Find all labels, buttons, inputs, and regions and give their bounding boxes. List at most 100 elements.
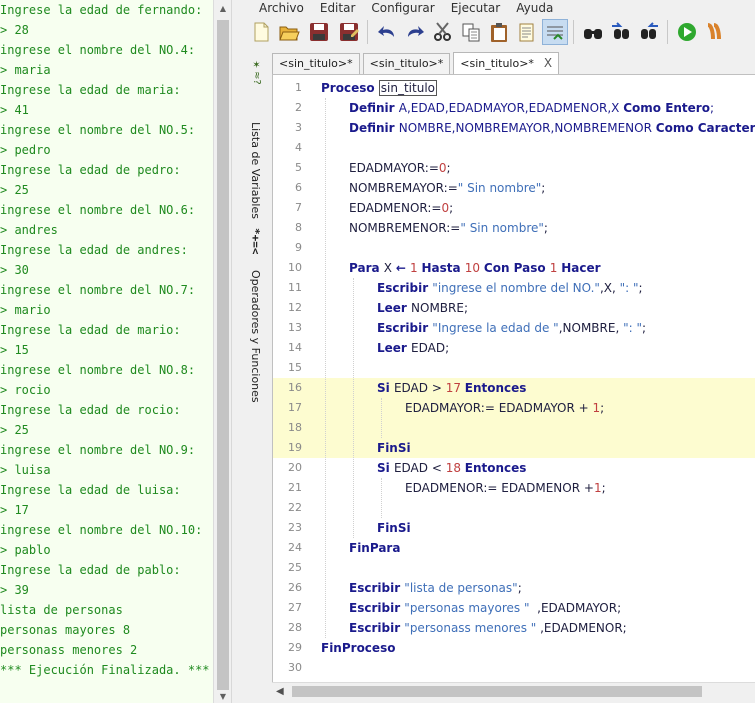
code-line[interactable]: 21 EDADMENOR:= EDADMENOR +1; <box>273 478 755 498</box>
redo-icon[interactable] <box>402 19 428 45</box>
panel-splitter[interactable] <box>231 0 240 703</box>
line-number: 26 <box>288 581 302 594</box>
code-line[interactable]: 2 Definir A,EDAD,EDADMAYOR,EDADMENOR,X Co… <box>273 98 755 118</box>
close-icon[interactable]: X <box>544 56 552 70</box>
editor-horizontal-scrollbar[interactable]: ◀ <box>272 682 755 700</box>
scroll-up-arrow-icon[interactable]: ▲ <box>218 4 228 14</box>
code-token: 0 <box>441 201 450 215</box>
console-scrollbar[interactable]: ▲ ▼ <box>213 0 231 703</box>
code-line[interactable]: 7 EDADMENOR:=0; <box>273 198 755 218</box>
debug-watch-icon[interactable] <box>580 19 606 45</box>
code-line[interactable]: 17 EDADMAYOR:= EDADMAYOR + 1; <box>273 398 755 418</box>
code-line[interactable]: 5 EDADMAYOR:=0; <box>273 158 755 178</box>
edit-icon[interactable] <box>514 19 540 45</box>
indent-guide <box>325 98 326 638</box>
variables-panel-tab[interactable]: Lista de Variables <box>249 122 262 219</box>
code-token: ": " <box>619 281 639 295</box>
line-number: 16 <box>288 381 302 394</box>
tab-sin-titulo-1[interactable]: <sin_titulo>* <box>272 53 360 74</box>
line-number: 13 <box>288 321 302 334</box>
console-scroll-thumb[interactable] <box>217 20 229 690</box>
tab-sin-titulo-3[interactable]: <sin_titulo>* X <box>453 52 560 74</box>
menu-ayuda[interactable]: Ayuda <box>509 0 560 16</box>
tab-sin-titulo-2[interactable]: <sin_titulo>* <box>362 53 451 74</box>
code-line[interactable]: 22 <box>273 498 755 518</box>
run-icon[interactable] <box>674 19 700 45</box>
code-token: Hacer <box>561 261 601 275</box>
code-line[interactable]: 27 Escribir "personas mayores " ,EDADMAYO… <box>273 598 755 618</box>
code-token: FinSi <box>377 521 411 535</box>
code-text: Escribir "personass menores " ,EDADMENOR… <box>349 618 627 638</box>
code-line[interactable]: 30 <box>273 658 755 678</box>
code-line[interactable]: 18 <box>273 418 755 438</box>
code-line[interactable]: 20 Si EDAD < 18 Entonces <box>273 458 755 478</box>
code-text: EDADMENOR:= EDADMENOR +1; <box>405 478 606 498</box>
undo-icon[interactable] <box>374 19 400 45</box>
menu-archivo[interactable]: Archivo <box>252 0 311 16</box>
operators-panel-tab[interactable]: Operadores y Funciones <box>249 270 262 403</box>
code-line[interactable]: 12 Leer NOMBRE; <box>273 298 755 318</box>
code-line[interactable]: 26 Escribir "lista de personas"; <box>273 578 755 598</box>
code-token: ; <box>709 101 715 115</box>
code-line[interactable]: 23 FinSi <box>273 518 755 538</box>
scroll-down-arrow-icon[interactable]: ▼ <box>218 692 228 702</box>
code-line[interactable]: 14 Leer EDAD; <box>273 338 755 358</box>
open-icon[interactable] <box>276 19 302 45</box>
code-line[interactable]: 15 <box>273 358 755 378</box>
indent-guide <box>381 478 382 518</box>
code-line[interactable]: 4 <box>273 138 755 158</box>
code-token: ; <box>541 181 546 195</box>
console-line: *** Ejecución Finalizada. *** <box>0 663 210 677</box>
line-number: 9 <box>295 241 302 254</box>
code-token: Definir <box>349 101 399 115</box>
code-editor[interactable]: 1 Proceso sin_titulo 2 Definir A,EDAD,EDADM… <box>272 74 755 682</box>
menu-editar[interactable]: Editar <box>313 0 363 16</box>
save-icon[interactable] <box>306 19 332 45</box>
code-line[interactable]: 24 FinPara <box>273 538 755 558</box>
line-number: 1 <box>295 81 302 94</box>
console-line: Ingrese la edad de pedro: <box>0 163 181 177</box>
new-icon[interactable] <box>248 19 274 45</box>
code-token: EDADMENOR:= <box>349 201 442 215</box>
code-text: Si EDAD > 17 Entonces <box>377 378 526 398</box>
code-line[interactable]: 6 NOMBREMAYOR:=" Sin nombre"; <box>273 178 755 198</box>
paste-icon[interactable] <box>486 19 512 45</box>
line-number: 28 <box>288 621 302 634</box>
console-line: Ingrese la edad de mario: <box>0 323 181 337</box>
code-line[interactable]: 11 Escribir "ingrese el nombre del NO.",X… <box>273 278 755 298</box>
code-line[interactable]: 25 <box>273 558 755 578</box>
code-line[interactable]: 10 Para X ← 1 Hasta 10 Con Paso 1 Hacer <box>273 258 755 278</box>
find-prev-icon[interactable] <box>608 19 634 45</box>
code-token: Escribir <box>349 581 405 595</box>
line-number: 27 <box>288 601 302 614</box>
code-token: Escribir <box>349 601 405 615</box>
indent-icon[interactable] <box>542 19 568 45</box>
code-text: FinPara <box>349 538 400 558</box>
code-line[interactable]: 16 Si EDAD > 17 Entonces <box>273 378 755 398</box>
code-token: ; <box>449 201 454 215</box>
code-line[interactable]: 1 Proceso sin_titulo <box>273 78 755 98</box>
save-as-icon[interactable] <box>336 19 362 45</box>
copy-icon[interactable] <box>458 19 484 45</box>
variables-panel-icon[interactable]: ✶≈? <box>251 60 262 85</box>
line-number: 21 <box>288 481 302 494</box>
step-icon[interactable] <box>702 19 728 45</box>
menu-ejecutar[interactable]: Ejecutar <box>444 0 508 16</box>
code-line[interactable]: 3 Definir NOMBRE,NOMBREMAYOR,NOMBREMENOR … <box>273 118 755 138</box>
code-line[interactable]: 9 <box>273 238 755 258</box>
cut-icon[interactable] <box>430 19 456 45</box>
operators-panel-icon[interactable]: *+=< <box>249 228 262 255</box>
code-line[interactable]: 29 FinProceso <box>273 638 755 658</box>
code-line[interactable]: 19 FinSi <box>273 438 755 458</box>
side-panel: ✶≈? Lista de Variables *+=< Operadores y… <box>246 56 271 703</box>
code-line[interactable]: 8 NOMBREMENOR:=" Sin nombre"; <box>273 218 755 238</box>
scroll-left-arrow-icon[interactable]: ◀ <box>276 686 284 697</box>
execution-console[interactable]: Ingrese la edad de fernando: > 28 ingrese … <box>0 0 213 703</box>
code-line[interactable]: 13 Escribir "Ingrese la edad de ",NOMBRE,… <box>273 318 755 338</box>
code-token: " Sin nombre" <box>460 221 544 235</box>
menu-configurar[interactable]: Configurar <box>364 0 441 16</box>
editor-scroll-thumb[interactable] <box>292 686 702 697</box>
line-number: 7 <box>295 201 302 214</box>
find-next-icon[interactable] <box>636 19 662 45</box>
code-line[interactable]: 28 Escribir "personass menores " ,EDADMEN… <box>273 618 755 638</box>
